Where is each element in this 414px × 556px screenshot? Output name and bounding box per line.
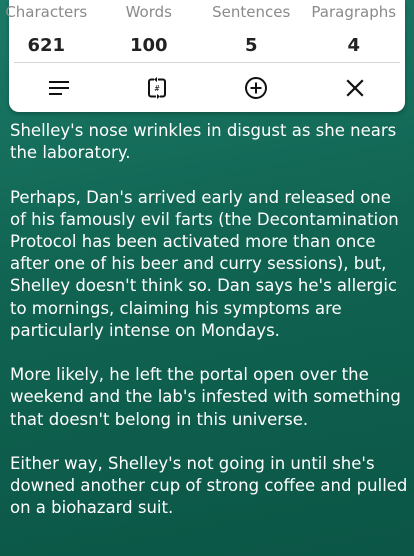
paragraph-3: More likely, he left the portal open ove…	[10, 365, 401, 429]
word-count-button[interactable]: #	[141, 72, 173, 104]
stat-value-characters: 621	[27, 35, 66, 56]
menu-lines-icon	[49, 81, 69, 95]
stat-sentences: Sentences 5	[200, 0, 303, 57]
stat-value-words: 100	[129, 35, 168, 56]
close-button[interactable]	[339, 72, 371, 104]
stat-label-paragraphs: Paragraphs	[311, 3, 397, 21]
stat-label-characters: Characters	[5, 3, 88, 21]
add-button[interactable]	[240, 72, 272, 104]
add-circle-icon	[245, 77, 267, 99]
paragraph-4: Either way, Shelley's not going in until…	[10, 454, 408, 518]
stats-row: Characters 621 Words 100 Sentences 5 Par…	[5, 0, 406, 57]
toolbar: #	[9, 72, 405, 104]
stat-characters: Characters 621	[0, 0, 98, 57]
stat-label-sentences: Sentences	[212, 3, 291, 21]
stat-words: Words 100	[98, 0, 201, 57]
stat-value-paragraphs: 4	[347, 35, 361, 56]
svg-text:#: #	[155, 84, 160, 93]
paragraph-2: Perhaps, Dan's arrived early and release…	[10, 187, 399, 340]
menu-button[interactable]	[43, 72, 75, 104]
word-count-icon: #	[148, 77, 166, 99]
stat-paragraphs: Paragraphs 4	[303, 0, 406, 57]
close-icon	[346, 79, 364, 97]
paragraph-1: Shelley's nose wrinkles in disgust as sh…	[10, 121, 397, 163]
text-content: Shelley's nose wrinkles in disgust as sh…	[10, 120, 408, 542]
stat-label-words: Words	[125, 3, 172, 21]
stat-value-sentences: 5	[244, 35, 258, 56]
stats-card: Characters 621 Words 100 Sentences 5 Par…	[5, 0, 406, 112]
stats-divider	[14, 62, 400, 63]
